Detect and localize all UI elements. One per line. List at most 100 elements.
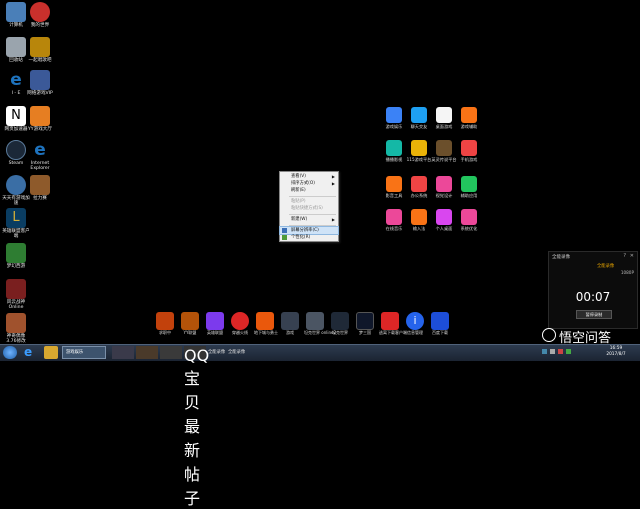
app-tile-label: 视觉设计 (435, 193, 453, 198)
taskbar-task[interactable]: QQ宝贝 最新帖子 (184, 346, 209, 508)
menu-item-paste[interactable]: 粘贴(P) (280, 198, 338, 205)
desktop-icon-rally[interactable]: 拉力赛 (25, 175, 55, 201)
clock[interactable]: 16:59 2017/8/7 (596, 346, 636, 359)
app-tile[interactable]: 系统优化 (456, 209, 482, 231)
taskbar: e 游戏娱乐 QQ宝贝 最新帖子 全能录像 全能录像 16:59 2017/8/… (0, 344, 640, 508)
desktop-icon-lol-client[interactable]: L 英雄联盟客户端 (1, 208, 31, 239)
yy-hall-icon (30, 106, 50, 126)
app-tile[interactable]: 在线音乐 (381, 209, 407, 231)
app-tile[interactable]: 个人桌面 (431, 209, 457, 231)
menu-item-refresh[interactable]: 刷新(E) (280, 187, 338, 194)
dock-item[interactable]: 坦克世界 (329, 312, 351, 336)
dock-item[interactable]: i 信息管理 (404, 312, 426, 336)
app-tile[interactable]: 游戏辅助 (456, 107, 482, 129)
network-icon[interactable] (542, 349, 547, 354)
menu-item-new[interactable]: 新建(W) ▶ (280, 216, 338, 223)
menu-item-label: 刷新(E) (291, 188, 306, 193)
taskbar-task[interactable] (160, 346, 182, 359)
app-tile-label: 聊天交友 (410, 124, 428, 129)
desktop-icon-label: 梦幻西游 (6, 264, 26, 269)
app-tile[interactable]: 手机游戏 (456, 140, 482, 162)
pause-recording-button[interactable]: 暂停录制 (576, 310, 612, 319)
recorder-title: 全能录像 (552, 255, 570, 260)
taskbar-task-active[interactable]: 游戏娱乐 (62, 346, 106, 359)
desktop-context-menu: 查看(V) ▶ 排序方式(O) ▶ 刷新(E) 粘贴(P) 粘贴快捷方式(S) 新建… (279, 171, 339, 242)
dock-item-label: 英雄联盟 (207, 330, 223, 335)
internet-explorer-icon[interactable]: e (24, 346, 38, 359)
dock-item-label: 游戏 (286, 330, 294, 335)
ime-icon[interactable] (566, 349, 571, 354)
dock-item[interactable]: 地下城与勇士 (254, 312, 278, 336)
menu-item-sort[interactable]: 排序方式(O) ▶ (280, 180, 338, 187)
app-tile-label: 个人桌面 (435, 226, 453, 231)
monitor-icon (282, 228, 287, 233)
app-tile-label: 播播影视 (385, 157, 403, 162)
mobile-game-icon (461, 140, 477, 156)
app-tile-label: 游戏娱乐 (385, 124, 403, 129)
desktop-icon-menghuan[interactable]: 梦幻西游 (1, 243, 31, 269)
clock-date: 2017/8/7 (606, 352, 626, 357)
desktop-icon-label: 我的世界 (30, 23, 50, 28)
dock-item[interactable]: 穿越火线 (229, 312, 251, 336)
dock-item-label: 逃离下载客户端 (379, 330, 407, 335)
dock-item[interactable]: YY联盟 (179, 312, 201, 336)
menu-item-label: 粘贴快捷方式(S) (291, 206, 323, 211)
app-tile[interactable]: 英灵传说平台 (431, 140, 457, 162)
desktop-icon-game-vip[interactable]: 网络游戏VIP (25, 70, 55, 96)
app-tile[interactable]: 游戏娱乐 (381, 107, 407, 129)
antivirus-icon[interactable] (558, 349, 563, 354)
watermark-logo-icon (542, 328, 556, 342)
taskbar-task[interactable] (136, 346, 158, 359)
app-tile[interactable]: 播播影视 (381, 140, 407, 162)
desktop-icon-fengyun[interactable]: 风云战神 Online (1, 279, 31, 310)
dock-item[interactable]: 求职中 (154, 312, 176, 336)
desktop-icon-idol[interactable]: 神奇偶像 3.76修改 (1, 313, 31, 344)
app-tile[interactable]: 影音工具 (381, 176, 407, 198)
dock-item[interactable]: 英雄联盟 (204, 312, 226, 336)
info-icon: i (406, 312, 424, 330)
volume-icon[interactable] (550, 349, 555, 354)
taskbar-task[interactable] (112, 346, 134, 359)
dock-item-label: 百度下载 (432, 330, 448, 335)
help-icon[interactable]: ? (623, 253, 626, 259)
taskbar-task-recorder[interactable]: 全能录像 (220, 346, 264, 359)
desktop-icon-internet-explorer[interactable]: e Internet Explorer (25, 140, 55, 171)
desktop-icon-yy-hall[interactable]: YY游戏大厅 (25, 106, 55, 132)
menu-item-screen-resolution[interactable]: 屏幕分辨率(C) (279, 226, 339, 235)
submenu-arrow-icon: ▶ (331, 174, 335, 179)
dock-item[interactable]: 梦三国 (354, 312, 376, 336)
folder-icon[interactable] (44, 346, 58, 359)
design-icon (436, 176, 452, 192)
app-tile[interactable]: 输入法 (406, 209, 432, 231)
close-icon[interactable]: ✕ (630, 253, 634, 259)
menu-separator (289, 225, 336, 226)
dock-item[interactable]: 百度下载 (429, 312, 451, 336)
menu-item-view[interactable]: 查看(V) ▶ (280, 173, 338, 180)
recorder-tab[interactable]: 全能录像 (597, 263, 614, 269)
music-icon (386, 209, 402, 225)
dnf-icon (256, 312, 274, 330)
app-tile[interactable]: 桌面游戏 (431, 107, 457, 129)
menu-item-personalize[interactable]: 个性化(R) (280, 234, 338, 241)
video-icon (386, 140, 402, 156)
menu-item-label: 查看(V) (291, 174, 306, 179)
dock-item[interactable]: 逃离下载客户端 (379, 312, 407, 336)
game-vip-icon (30, 70, 50, 90)
desktop-icon-minecraft[interactable]: 我的世界 (25, 2, 55, 28)
recorder-widget: 全能录像 ✕ ? 全能录像 1080P 00:07 暂停录制 (548, 251, 638, 329)
dock-item[interactable]: 坦克世界 online2 (304, 312, 336, 336)
league-icon: L (6, 208, 26, 228)
desktop-icon-label: Internet Explorer (30, 161, 50, 171)
app-tile[interactable]: 视觉设计 (431, 176, 457, 198)
menu-item-paste-shortcut[interactable]: 粘贴快捷方式(S) (280, 205, 338, 212)
start-button[interactable] (3, 346, 17, 359)
steam-icon (6, 140, 26, 160)
internet-explorer-icon: e (10, 70, 22, 90)
app-tile[interactable]: 115游戏平台 (406, 140, 432, 162)
app-tile[interactable]: 辅助应用 (456, 176, 482, 198)
dock-item[interactable]: 游戏 (279, 312, 301, 336)
fengyun-icon (6, 279, 26, 299)
desktop-icon-karaoke[interactable]: 一起唱歌吧 (25, 37, 55, 63)
app-tile[interactable]: 办公系统 (406, 176, 432, 198)
app-tile[interactable]: 聊天交友 (406, 107, 432, 129)
